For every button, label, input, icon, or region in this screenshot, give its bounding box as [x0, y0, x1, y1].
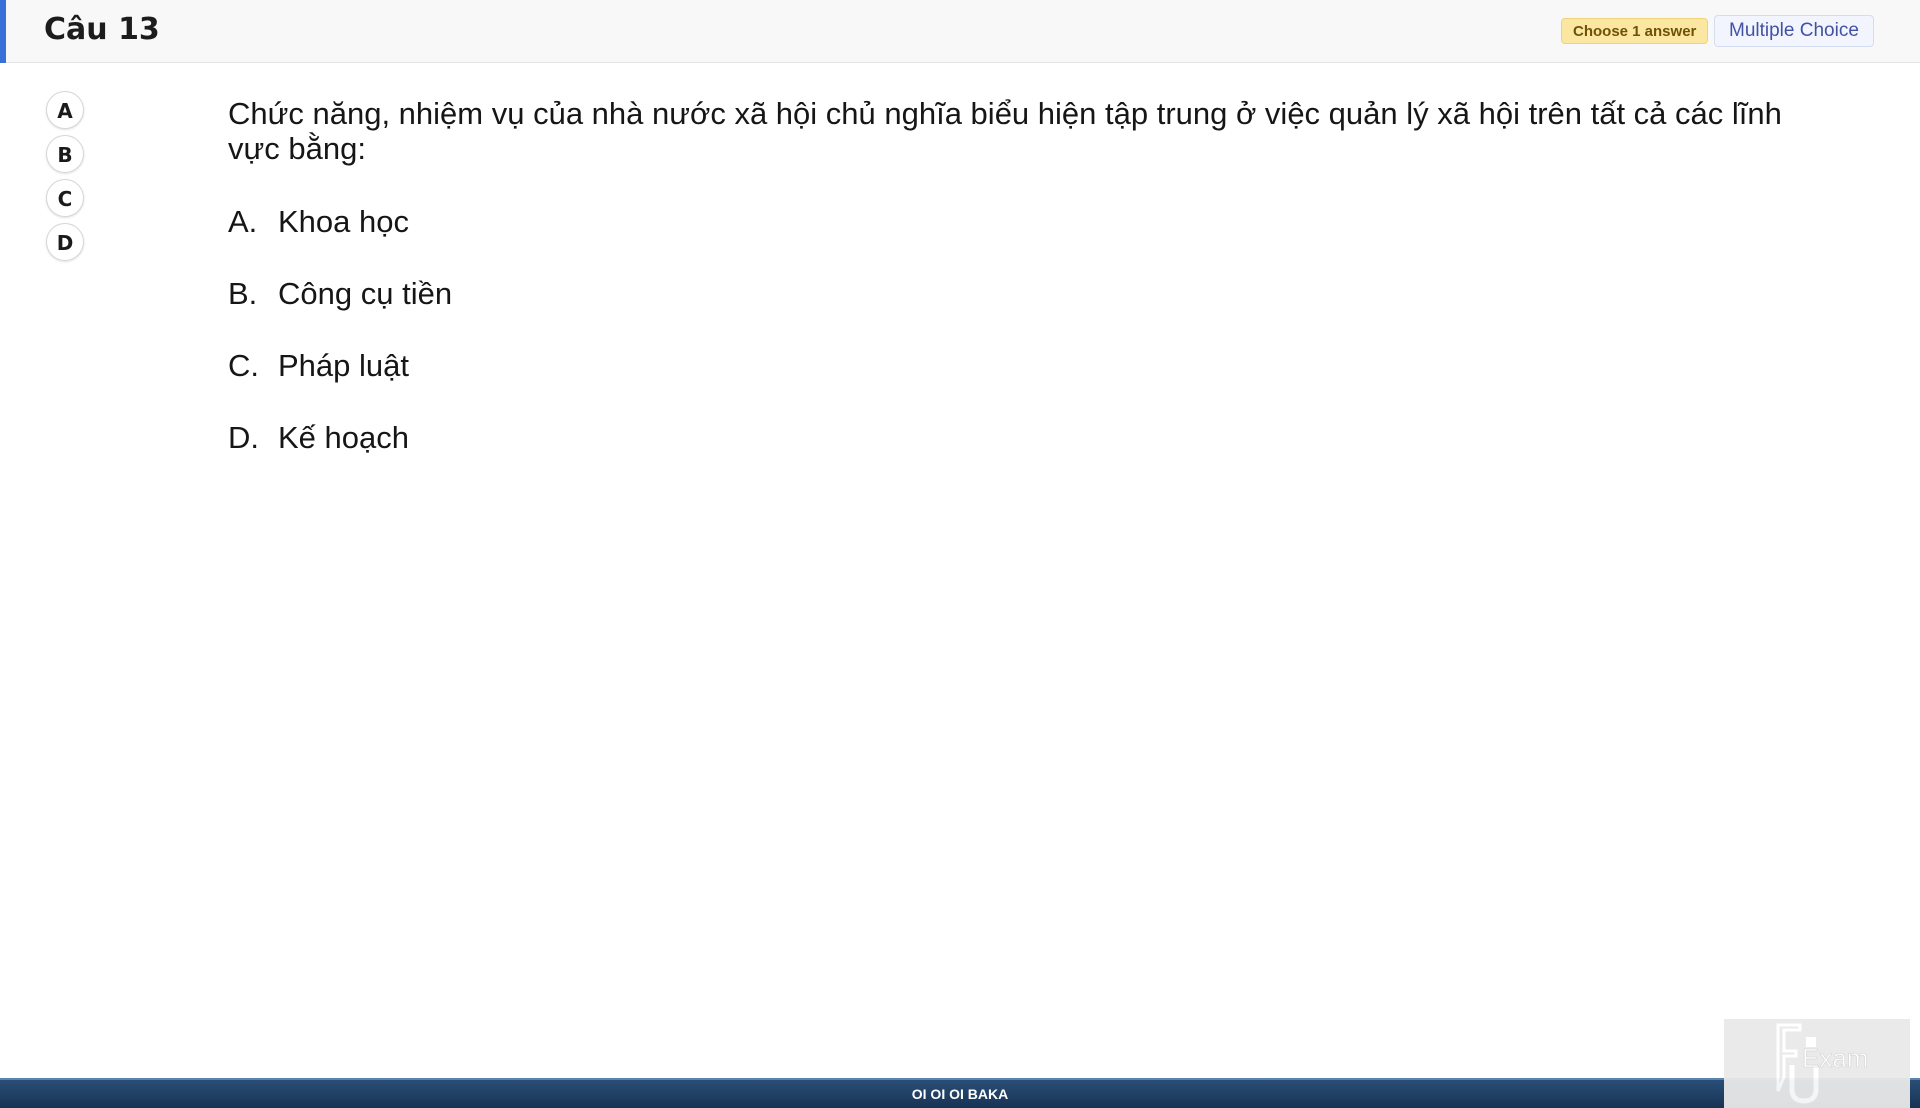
option-c: C. Pháp luật — [228, 343, 452, 415]
question-type-badge: Multiple Choice — [1714, 15, 1874, 47]
option-b: B. Công cụ tiền — [228, 271, 452, 343]
option-text: Pháp luật — [278, 348, 409, 383]
option-letter: A. — [228, 204, 258, 239]
answer-button-d[interactable]: D — [46, 223, 84, 261]
header-accent-bar — [0, 0, 6, 63]
answer-button-c[interactable]: C — [46, 179, 84, 217]
question-number: Câu 13 — [44, 12, 160, 47]
footer-bar: OI OI OI BAKA — [0, 1078, 1920, 1108]
answer-button-b[interactable]: B — [46, 135, 84, 173]
option-letter: C. — [228, 348, 259, 383]
option-text: Khoa học — [278, 204, 409, 239]
option-list: A. Khoa học B. Công cụ tiền C. Pháp luật D.… — [228, 199, 452, 487]
question-header: Câu 13 Choose 1 answer Multiple Choice — [0, 0, 1920, 63]
answer-selector: A B C D — [46, 91, 86, 267]
answer-button-a[interactable]: A — [46, 91, 84, 129]
option-letter: D. — [228, 420, 259, 455]
option-a: A. Khoa học — [228, 199, 452, 271]
footer-text: OI OI OI BAKA — [911, 1086, 1009, 1102]
question-text: Chức năng, nhiệm vụ của nhà nước xã hội … — [228, 96, 1782, 166]
logo-graphic: Exam — [1776, 1023, 1869, 1104]
option-letter: B. — [228, 276, 258, 311]
logo-text: Exam — [1802, 1043, 1868, 1073]
choose-count-badge: Choose 1 answer — [1561, 18, 1709, 44]
option-text: Kế hoạch — [278, 420, 409, 455]
fu-exam-logo-icon: Exam — [1724, 1019, 1910, 1108]
option-d: D. Kế hoạch — [228, 415, 452, 487]
option-text: Công cụ tiền — [278, 276, 453, 311]
exam-page: Câu 13 Choose 1 answer Multiple Choice A… — [0, 0, 1920, 1108]
